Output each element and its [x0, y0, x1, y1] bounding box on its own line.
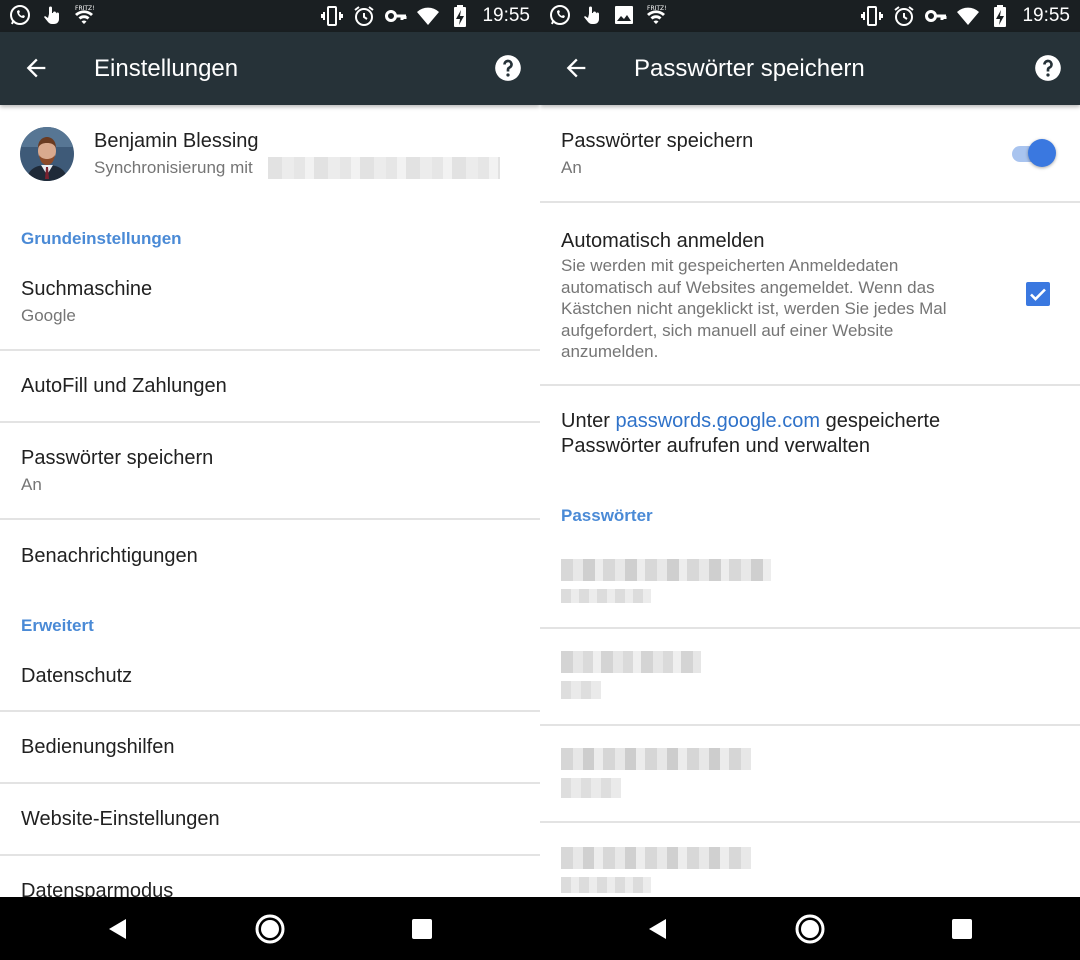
section-header-advanced: Erweitert: [21, 616, 94, 635]
manage-prefix: Unter: [561, 410, 616, 432]
wifi-fritz-icon: FRITZ!: [644, 3, 668, 27]
help-icon[interactable]: [1034, 54, 1062, 82]
battery-charging-icon: [448, 4, 472, 28]
autofill-title: AutoFill und Zahlungen: [21, 375, 227, 397]
whatsapp-icon: [8, 3, 32, 27]
nav-back-icon[interactable]: [641, 912, 675, 946]
auto-signin-title: Automatisch anmelden: [561, 230, 765, 252]
accessibility-title: Bedienungshilfen: [21, 736, 175, 758]
manage-passwords-line2: Passwörter aufrufen und verwalten: [561, 435, 871, 457]
app-toolbar: Einstellungen: [0, 32, 540, 105]
blurred-site: [561, 748, 751, 770]
save-passwords-value: An: [561, 158, 582, 177]
manage-passwords-row: Unter passwords.google.com gespeicherte …: [540, 386, 1080, 486]
privacy-title: Datenschutz: [21, 665, 133, 687]
blurred-site: [561, 559, 771, 581]
nav-home-icon[interactable]: [253, 912, 287, 946]
site-settings-title: Website-Einstellungen: [21, 808, 220, 830]
saved-password-item[interactable]: [540, 535, 1080, 627]
nav-back-icon[interactable]: [101, 912, 135, 946]
privacy-row[interactable]: Datenschutz: [0, 645, 540, 710]
manage-passwords-line1: Unter passwords.google.com gespeicherte: [561, 409, 940, 434]
toggle-thumb: [1028, 139, 1056, 167]
blurred-username: [561, 778, 621, 798]
page-title: Passwörter speichern: [634, 55, 865, 82]
page-title: Einstellungen: [94, 55, 239, 82]
saved-password-item[interactable]: [540, 726, 1080, 821]
blurred-site: [561, 651, 701, 673]
passwords-screen: FRITZ! 19:55 Passwörter speichern Passwö…: [540, 0, 1080, 960]
account-row[interactable]: Benjamin Blessing Synchronisierung mit: [0, 105, 540, 200]
auto-signin-row[interactable]: Automatisch anmelden Sie werden mit gesp…: [540, 203, 1080, 384]
search-engine-title: Suchmaschine: [21, 278, 153, 300]
blurred-site: [561, 847, 751, 869]
touch-icon: [580, 3, 604, 27]
alarm-icon: [892, 4, 916, 28]
saved-password-item[interactable]: [540, 823, 1080, 897]
search-engine-value: Google: [21, 306, 76, 325]
status-bar: FRITZ! 19:55: [0, 0, 540, 32]
section-header-basic: Grundeinstellungen: [21, 229, 182, 248]
search-engine-row[interactable]: Suchmaschine Google: [0, 259, 540, 349]
sync-label: Synchronisierung mit: [94, 158, 253, 177]
passwords-title: Passwörter speichern: [21, 447, 214, 469]
touch-icon: [40, 3, 64, 27]
alarm-icon: [352, 4, 376, 28]
account-name: Benjamin Blessing: [94, 130, 259, 152]
image-icon: [612, 3, 636, 27]
passwords-settings-list: Passwörter speichern An Automatisch anme…: [540, 105, 1080, 897]
section-header-passwords: Passwörter: [561, 506, 653, 525]
vibrate-icon: [860, 4, 884, 28]
auto-signin-description: Sie werden mit gespeicherten Anmeldedate…: [561, 256, 947, 361]
wifi-fritz-icon: FRITZ!: [72, 3, 96, 27]
data-saver-row[interactable]: Datensparmodus: [0, 856, 540, 897]
auto-signin-checkbox[interactable]: [1026, 282, 1050, 306]
wifi-signal-icon: [956, 4, 980, 28]
nav-recents-icon[interactable]: [945, 912, 979, 946]
navigation-bar: [540, 897, 1080, 960]
settings-list: Benjamin Blessing Synchronisierung mit G…: [0, 105, 540, 897]
app-toolbar: Passwörter speichern: [540, 32, 1080, 105]
save-passwords-row[interactable]: Passwörter speichern An: [540, 105, 1080, 201]
battery-charging-icon: [988, 4, 1012, 28]
save-passwords-title: Passwörter speichern: [561, 130, 754, 152]
arrow-back-icon[interactable]: [22, 54, 50, 82]
status-time: 19:55: [1022, 5, 1070, 26]
checkmark-icon: [1030, 288, 1046, 301]
notifications-title: Benachrichtigungen: [21, 545, 198, 567]
vpn-key-icon: [384, 4, 408, 28]
status-time: 19:55: [482, 5, 530, 26]
site-settings-row[interactable]: Website-Einstellungen: [0, 784, 540, 854]
save-passwords-toggle[interactable]: [1012, 137, 1056, 169]
wifi-signal-icon: [416, 4, 440, 28]
blurred-username: [561, 877, 651, 893]
passwords-google-link[interactable]: passwords.google.com: [615, 410, 820, 432]
blurred-email: [268, 157, 500, 179]
notifications-row[interactable]: Benachrichtigungen: [0, 520, 540, 595]
arrow-back-icon[interactable]: [562, 54, 590, 82]
passwords-value: An: [21, 475, 42, 494]
help-icon[interactable]: [494, 54, 522, 82]
saved-password-item[interactable]: [540, 629, 1080, 724]
blurred-username: [561, 589, 651, 603]
status-bar: FRITZ! 19:55: [540, 0, 1080, 32]
whatsapp-icon: [548, 3, 572, 27]
blurred-username: [561, 681, 601, 699]
navigation-bar: [0, 897, 540, 960]
nav-recents-icon[interactable]: [405, 912, 439, 946]
data-saver-title: Datensparmodus: [21, 880, 174, 897]
nav-home-icon[interactable]: [793, 912, 827, 946]
manage-suffix: gespeicherte: [820, 410, 941, 432]
vibrate-icon: [320, 4, 344, 28]
accessibility-row[interactable]: Bedienungshilfen: [0, 712, 540, 782]
settings-screen: FRITZ! 19:55 Einstellungen Benjamin Bles…: [0, 0, 540, 960]
autofill-row[interactable]: AutoFill und Zahlungen: [0, 351, 540, 421]
passwords-row[interactable]: Passwörter speichern An: [0, 423, 540, 518]
avatar: [20, 127, 74, 181]
vpn-key-icon: [924, 4, 948, 28]
